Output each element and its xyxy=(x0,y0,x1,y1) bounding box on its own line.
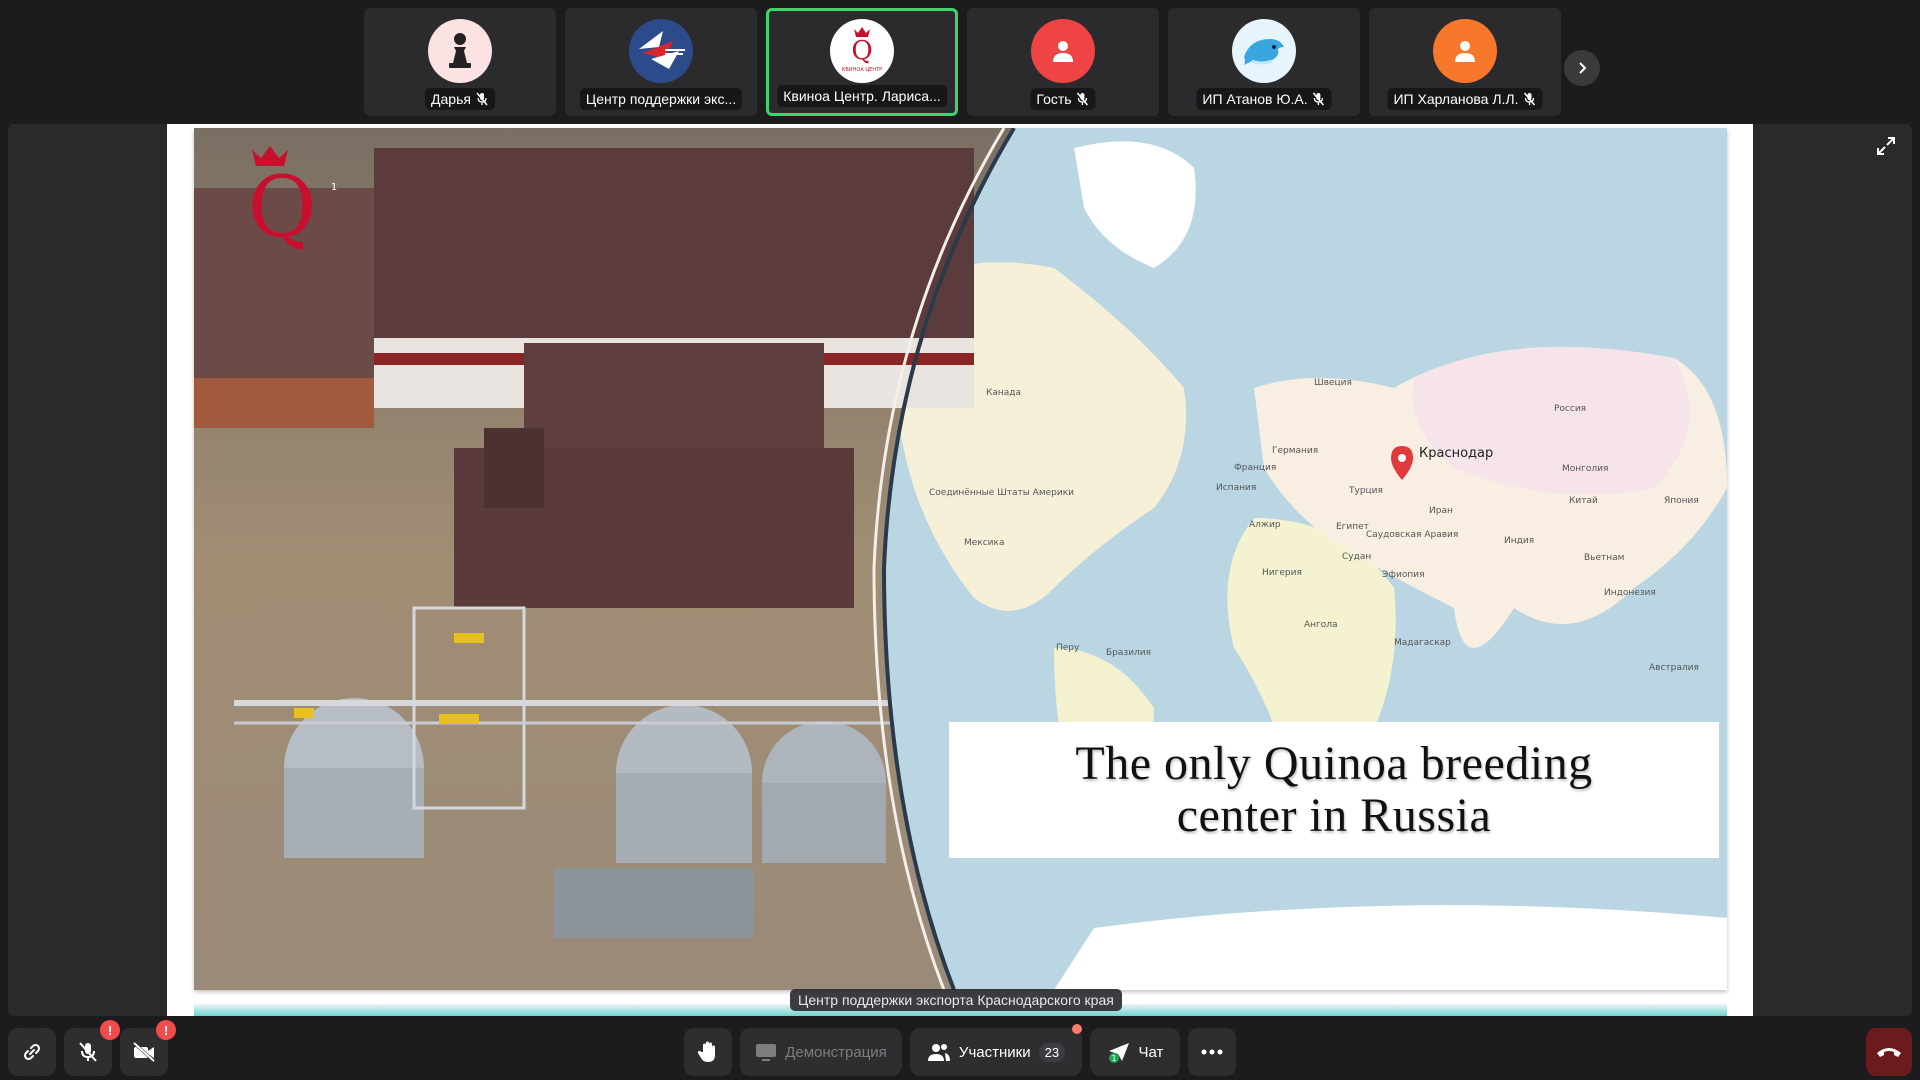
participant-tile[interactable]: ИП Харланова Л.Л. xyxy=(1369,8,1561,116)
slide-title: The only Quinoa breeding center in Russi… xyxy=(1075,737,1593,842)
camera-off-icon xyxy=(132,1041,156,1063)
avatar xyxy=(629,19,693,83)
participants-count: 23 xyxy=(1038,1042,1066,1062)
map-label: Алжир xyxy=(1249,520,1281,530)
participants-button[interactable]: Участники 23 xyxy=(910,1024,1082,1076)
participant-tile-active[interactable]: Q КВИНОА ЦЕНТР Квиноа Центр. Лариса... xyxy=(766,8,958,116)
screen-share-icon xyxy=(756,1044,777,1061)
map-label: Китай xyxy=(1569,496,1598,506)
notification-dot xyxy=(1072,1024,1082,1034)
screen-share-button[interactable]: Демонстрация xyxy=(740,1028,902,1076)
microphone-toggle-button[interactable]: ! xyxy=(64,1020,120,1076)
map-label: Швеция xyxy=(1314,378,1352,388)
map-label: Соединённые Штаты Америки xyxy=(929,488,1075,498)
participant-name: Квиноа Центр. Лариса... xyxy=(777,85,947,107)
map-label: Германия xyxy=(1272,446,1319,456)
map-label: Мексика xyxy=(964,538,1005,548)
participant-name: Гость xyxy=(1030,88,1096,110)
chat-send-icon: 1 xyxy=(1108,1043,1129,1063)
map-label: Индия xyxy=(1504,536,1535,546)
map-label: Перу xyxy=(1056,643,1080,653)
map-label: Монголия xyxy=(1562,464,1609,474)
map-label: Ангола xyxy=(1304,620,1338,630)
participant-tile[interactable]: Гость xyxy=(967,8,1159,116)
chess-pawn-icon xyxy=(449,33,471,68)
map-label: Австралия xyxy=(1649,663,1699,673)
map-pin-label: Краснодар xyxy=(1419,446,1494,461)
link-icon xyxy=(23,1043,41,1061)
participant-name: Центр поддержки экс... xyxy=(579,88,743,110)
export-center-logo xyxy=(639,31,685,69)
user-icon xyxy=(1053,41,1073,62)
svg-text:1: 1 xyxy=(1111,1054,1116,1063)
avatar xyxy=(1232,19,1296,83)
quinoa-center-logo: Q КВИНОА ЦЕНТР xyxy=(842,27,882,73)
map-label: Вьетнам xyxy=(1584,553,1625,563)
invite-link-button[interactable] xyxy=(8,1028,56,1076)
map-label: Франция xyxy=(1234,463,1277,473)
participant-name: ИП Харланова Л.Л. xyxy=(1387,88,1543,110)
more-icon xyxy=(1201,1049,1223,1055)
chat-button[interactable]: 1 Чат xyxy=(1090,1028,1180,1076)
more-options-button[interactable] xyxy=(1188,1028,1236,1076)
svg-text:Q: Q xyxy=(851,36,872,66)
map-label: Канада xyxy=(986,388,1022,398)
participant-strip: Дарья Центр поддержки экс... Q КВИНОА ЦЕ… xyxy=(364,8,1561,116)
map-label: Япония xyxy=(1664,496,1699,506)
mic-off-icon xyxy=(1313,92,1325,106)
map-label: Мадагаскар xyxy=(1394,638,1451,648)
call-toolbar: ! ! Демонстрация Участники 23 1 Чат xyxy=(0,1016,1920,1080)
map-label: Нигерия xyxy=(1262,568,1302,578)
chat-label: Чат xyxy=(1138,1043,1164,1061)
map-label: Иран xyxy=(1429,506,1453,516)
map-label: Индонезия xyxy=(1604,588,1656,598)
avatar xyxy=(1031,19,1095,83)
avatar xyxy=(428,19,492,83)
map-label: Испания xyxy=(1216,483,1257,493)
map-label: Египет xyxy=(1336,522,1369,532)
next-participants-button[interactable] xyxy=(1564,50,1600,86)
svg-text:1: 1 xyxy=(331,182,337,193)
screen-share-label: Демонстрация xyxy=(785,1043,887,1061)
map-label: Россия xyxy=(1554,404,1587,414)
presentation-frame: Q 1 Краснодар Канада Соединённые Штаты А… xyxy=(167,124,1753,1016)
mic-error-badge: ! xyxy=(100,1020,120,1040)
slide-artwork: Q 1 xyxy=(194,128,1727,990)
screen-share-stage: Q 1 Краснодар Канада Соединённые Штаты А… xyxy=(8,124,1912,1016)
participant-name: Дарья xyxy=(425,88,495,110)
camera-error-badge: ! xyxy=(156,1020,176,1040)
map-label: Бразилия xyxy=(1106,648,1152,658)
leave-call-button[interactable] xyxy=(1866,1028,1912,1076)
slide-title-box: The only Quinoa breeding center in Russi… xyxy=(949,722,1719,858)
avatar xyxy=(1433,19,1497,83)
dolphin-avatar xyxy=(1244,39,1284,65)
camera-toggle-button[interactable]: ! xyxy=(120,1020,176,1076)
avatar: Q КВИНОА ЦЕНТР xyxy=(830,19,894,83)
user-icon xyxy=(1455,41,1475,62)
mic-off-icon xyxy=(1523,92,1536,106)
presentation-slide: Q 1 Краснодар Канада Соединённые Штаты А… xyxy=(194,128,1727,990)
mic-off-icon xyxy=(476,92,488,106)
participants-label: Участники xyxy=(958,1043,1031,1061)
map-label: Эфиопия xyxy=(1382,570,1425,580)
svg-text:Q: Q xyxy=(248,158,317,256)
map-label: Турция xyxy=(1349,486,1383,496)
hang-up-icon xyxy=(1877,1048,1901,1057)
participant-tile[interactable]: Дарья xyxy=(364,8,556,116)
raise-hand-icon xyxy=(697,1041,715,1062)
map-label: Саудовская Аравия xyxy=(1366,530,1459,540)
mic-off-icon xyxy=(79,1042,97,1062)
presenter-name-label: Центр поддержки экспорта Краснодарского … xyxy=(790,989,1122,1011)
map-label: Судан xyxy=(1342,552,1372,562)
participants-icon xyxy=(927,1044,950,1061)
mic-off-icon xyxy=(1076,92,1089,106)
chevron-right-icon xyxy=(1579,62,1587,74)
svg-text:КВИНОА ЦЕНТР: КВИНОА ЦЕНТР xyxy=(842,67,882,73)
participant-name: ИП Атанов Ю.А. xyxy=(1196,88,1332,110)
expand-icon[interactable] xyxy=(1874,134,1898,158)
participant-tile[interactable]: ИП Атанов Ю.А. xyxy=(1168,8,1360,116)
participant-tile[interactable]: Центр поддержки экс... xyxy=(565,8,757,116)
raise-hand-button[interactable] xyxy=(684,1028,732,1076)
